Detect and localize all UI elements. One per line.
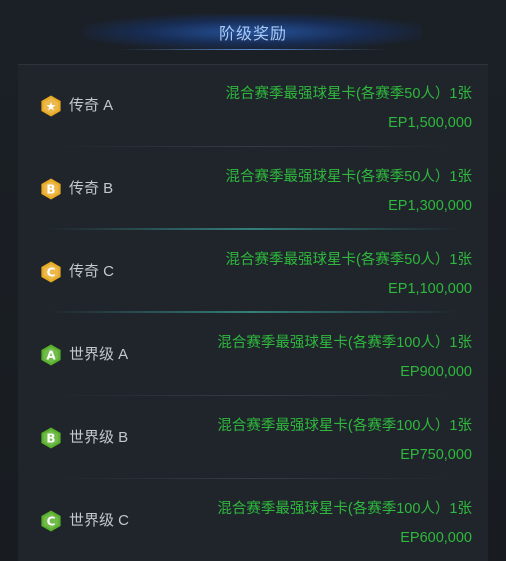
tier-name: 世界级 C bbox=[69, 512, 130, 529]
tier-name: 传奇 A bbox=[69, 97, 114, 114]
world-class-c-badge-icon: C bbox=[41, 510, 61, 532]
legend-b-badge-icon: B bbox=[41, 178, 61, 200]
row-divider bbox=[48, 395, 458, 396]
reward-card-text: 混合赛季最强球星卡(各赛季50人）1张 bbox=[225, 86, 472, 102]
world-class-b-badge-icon: B bbox=[41, 427, 61, 449]
tier-name: 世界级 A bbox=[69, 346, 129, 363]
legend-star-badge-icon: ★ bbox=[41, 95, 61, 117]
page-title: 阶级奖励 bbox=[218, 26, 287, 43]
svg-text:B: B bbox=[46, 432, 55, 446]
reward-card-text: 混合赛季最强球星卡(各赛季50人）1张 bbox=[225, 252, 472, 268]
row-divider bbox=[48, 478, 458, 479]
svg-text:★: ★ bbox=[46, 100, 57, 114]
legend-c-badge-icon: C bbox=[41, 261, 61, 283]
reward-ep-amount: EP750,000 bbox=[400, 447, 472, 463]
tier-rewards-page: 阶级奖励 ★ 传奇 A 混合赛季最强球星卡(各赛季50人）1张 EP1,500,… bbox=[0, 0, 506, 561]
tier-name: 世界级 B bbox=[69, 429, 129, 446]
reward-card-text: 混合赛季最强球星卡(各赛季100人）1张 bbox=[217, 418, 472, 434]
tier-row-legend-a: ★ 传奇 A 混合赛季最强球星卡(各赛季50人）1张 EP1,500,000 bbox=[18, 65, 488, 147]
svg-text:B: B bbox=[46, 183, 55, 197]
reward-ep-amount: EP1,300,000 bbox=[388, 198, 472, 214]
title-banner: 阶级奖励 bbox=[84, 14, 422, 50]
world-class-a-badge-icon: A bbox=[41, 344, 61, 366]
reward-ep-amount: EP1,100,000 bbox=[388, 281, 472, 297]
tier-row-legend-c: C 传奇 C 混合赛季最强球星卡(各赛季50人）1张 EP1,100,000 bbox=[18, 231, 488, 313]
reward-ep-amount: EP900,000 bbox=[400, 364, 472, 380]
svg-text:A: A bbox=[46, 349, 56, 363]
tier-row-world-class-c: C 世界级 C 混合赛季最强球星卡(各赛季100人）1张 EP600,000 bbox=[18, 480, 488, 561]
reward-card-text: 混合赛季最强球星卡(各赛季50人）1张 bbox=[225, 169, 472, 185]
reward-ep-amount: EP600,000 bbox=[400, 530, 472, 546]
reward-card-text: 混合赛季最强球星卡(各赛季100人）1张 bbox=[217, 501, 472, 517]
tier-row-world-class-b: B 世界级 B 混合赛季最强球星卡(各赛季100人）1张 EP750,000 bbox=[18, 397, 488, 479]
tier-name: 传奇 C bbox=[69, 263, 115, 280]
tier-name: 传奇 B bbox=[69, 180, 114, 197]
row-divider bbox=[48, 228, 458, 230]
reward-ep-amount: EP1,500,000 bbox=[388, 115, 472, 131]
reward-card-text: 混合赛季最强球星卡(各赛季100人）1张 bbox=[217, 335, 472, 351]
tier-row-world-class-a: A 世界级 A 混合赛季最强球星卡(各赛季100人）1张 EP900,000 bbox=[18, 314, 488, 396]
row-divider bbox=[48, 311, 458, 313]
tier-row-legend-b: B 传奇 B 混合赛季最强球星卡(各赛季50人）1张 EP1,300,000 bbox=[18, 148, 488, 230]
row-divider bbox=[48, 146, 458, 147]
svg-text:C: C bbox=[47, 266, 56, 280]
tier-reward-list: ★ 传奇 A 混合赛季最强球星卡(各赛季50人）1张 EP1,500,000 B… bbox=[18, 64, 488, 561]
svg-text:C: C bbox=[47, 515, 56, 529]
